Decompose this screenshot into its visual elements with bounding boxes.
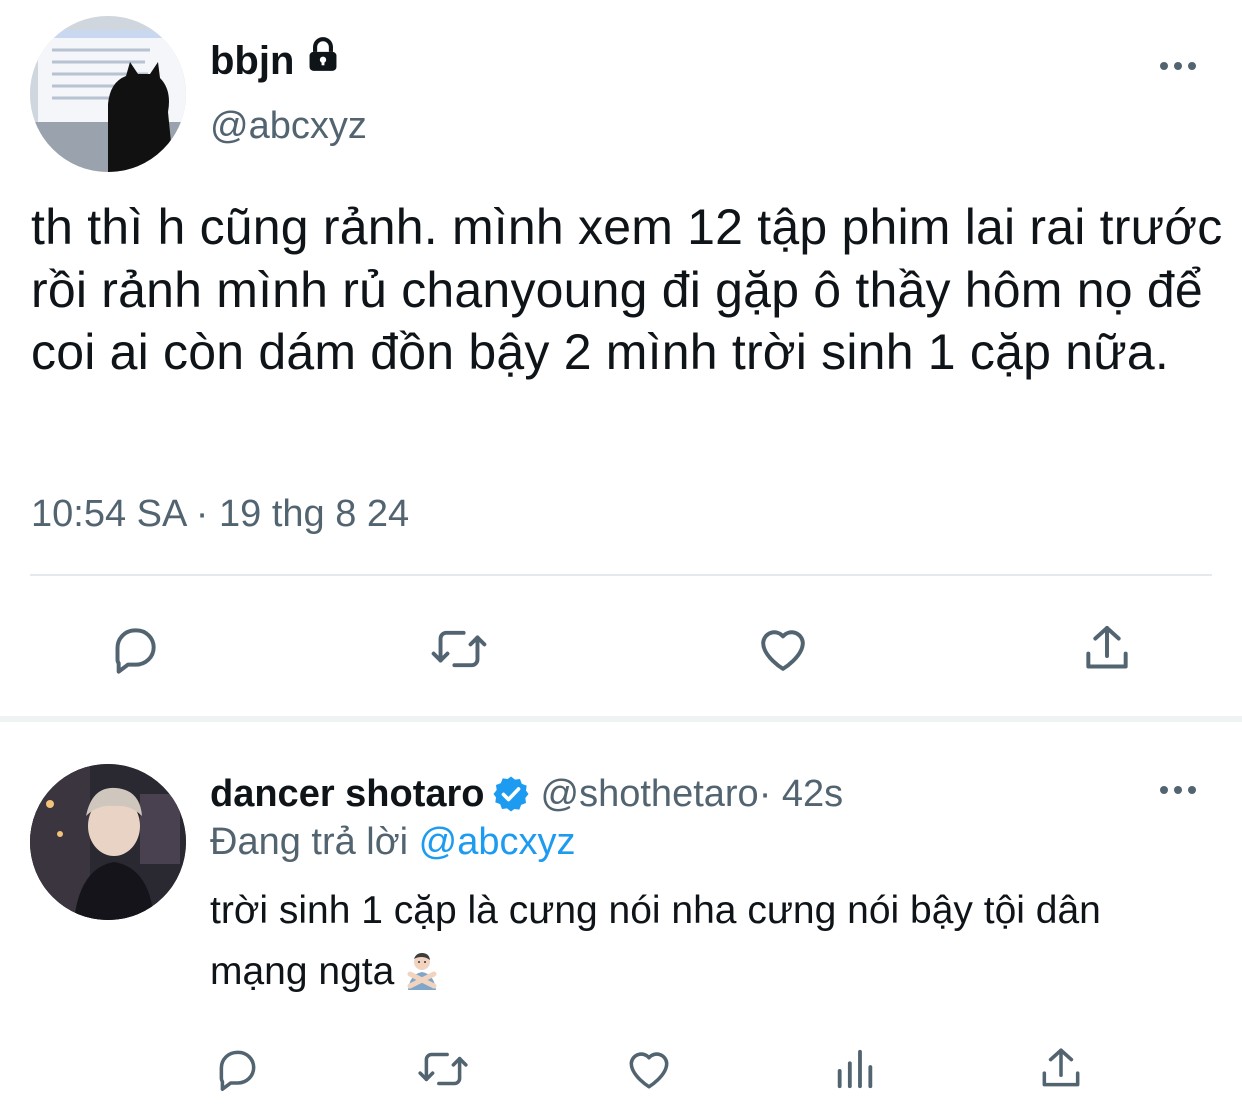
reply-time[interactable]: · 42s bbox=[759, 770, 843, 818]
replying-prefix: Đang trả lời bbox=[210, 821, 419, 863]
more-options-icon[interactable] bbox=[1158, 56, 1198, 76]
reply-author-handle[interactable]: @shothetaro bbox=[541, 770, 759, 818]
retweet-icon[interactable] bbox=[424, 614, 494, 684]
author-name-row: bbjn bbox=[210, 36, 342, 85]
replying-to: Đang trả lời @abcxyz bbox=[210, 818, 576, 866]
replying-mention-link[interactable]: @abcxyz bbox=[419, 821, 576, 863]
person-gesturing-no-icon bbox=[402, 947, 442, 1008]
avatar-image bbox=[30, 764, 186, 920]
tweet-timestamp[interactable]: 10:54 SA · 19 thg 8 24 bbox=[31, 490, 409, 538]
tweet-actions bbox=[0, 614, 1242, 684]
reply-more-options-icon[interactable] bbox=[1158, 780, 1198, 800]
reply-author-avatar[interactable] bbox=[30, 764, 186, 920]
reply-icon[interactable] bbox=[100, 614, 170, 684]
share-icon[interactable] bbox=[1072, 614, 1142, 684]
analytics-icon[interactable] bbox=[820, 1036, 890, 1102]
divider bbox=[30, 574, 1212, 576]
like-icon[interactable] bbox=[748, 614, 818, 684]
reply-author-name[interactable]: dancer shotaro bbox=[210, 770, 485, 818]
reply-header: dancer shotaro @shothetaro · 42s bbox=[210, 770, 843, 818]
reply-icon[interactable] bbox=[202, 1036, 272, 1102]
reply-actions bbox=[0, 1036, 1242, 1102]
author-avatar[interactable] bbox=[30, 16, 186, 172]
retweet-icon[interactable] bbox=[408, 1036, 478, 1102]
author-handle[interactable]: @abcxyz bbox=[210, 104, 367, 148]
tweet-text: th thì h cũng rảnh. mình xem 12 tập phim… bbox=[31, 199, 1223, 380]
share-icon[interactable] bbox=[1026, 1036, 1096, 1102]
avatar-image bbox=[30, 16, 186, 172]
lock-icon bbox=[304, 36, 342, 85]
author-display-name[interactable]: bbjn bbox=[210, 37, 294, 85]
section-divider bbox=[0, 716, 1242, 722]
verified-badge-icon bbox=[491, 774, 531, 814]
reply-text: trời sinh 1 cặp là cưng nói nha cưng nói… bbox=[210, 889, 1101, 993]
reply-text-block: trời sinh 1 cặp là cưng nói nha cưng nói… bbox=[210, 880, 1190, 1008]
like-icon[interactable] bbox=[614, 1036, 684, 1102]
